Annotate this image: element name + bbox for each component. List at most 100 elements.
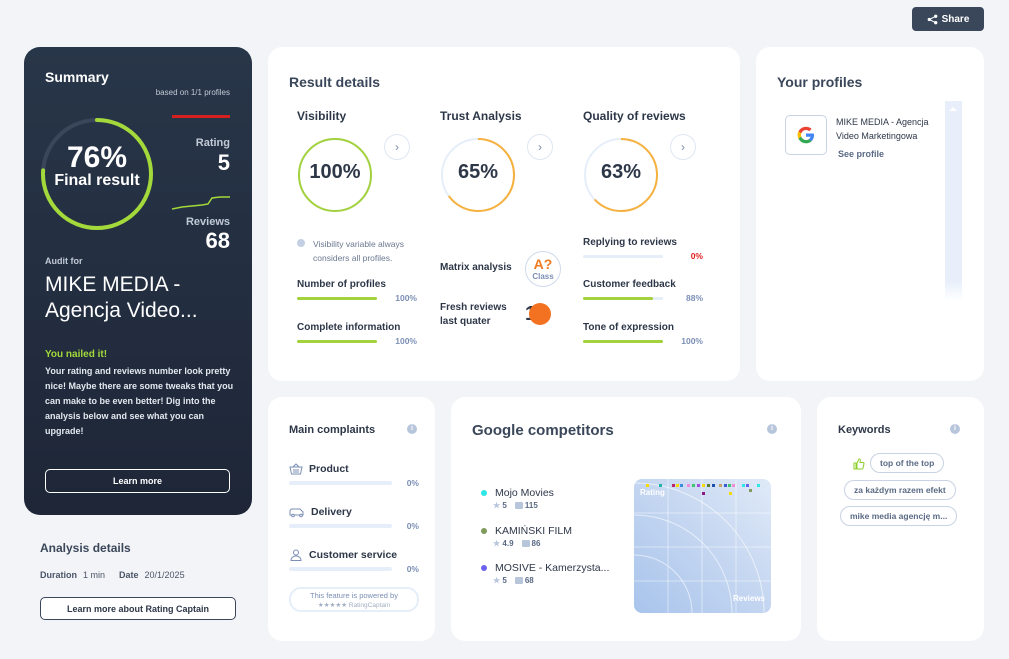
comment-icon [514, 577, 523, 585]
google-competitors-card: Google competitors i Mojo Movies ★ 5 115 … [451, 397, 801, 641]
fresh-reviews-label: Fresh reviews last quater [440, 302, 507, 327]
metric-tone-of-expression: Tone of expression 100% [583, 322, 703, 346]
metric-bar [297, 340, 377, 343]
chevron-right-icon: › [681, 140, 685, 154]
your-profiles-title: Your profiles [777, 74, 863, 90]
powered-by-badge: This feature is powered by ★★★★★ RatingC… [289, 587, 419, 612]
powered-by-text: This feature is powered by [310, 591, 398, 600]
share-label: Share [941, 13, 970, 25]
reviews-value: 68 [205, 228, 230, 253]
comment-icon [521, 540, 530, 548]
competitor-reviews: 68 [524, 576, 534, 585]
metric-value: 100% [395, 336, 417, 346]
complaint-value: 0% [406, 478, 419, 488]
complaint-value: 0% [406, 564, 419, 574]
metric-name: Replying to reviews [583, 237, 677, 248]
visibility-note-text: Visibility variable always considers all… [313, 239, 405, 263]
competitor-item[interactable]: Mojo Movies ★ 5 115 [481, 487, 631, 510]
complaint-name: Customer service [309, 549, 398, 561]
competitor-color-dot [481, 528, 487, 534]
about-rating-captain-button[interactable]: Learn more about Rating Captain [40, 597, 236, 620]
complaint-bar [289, 567, 392, 571]
competitor-rating: 5 [502, 576, 507, 585]
competitor-rating: 4.9 [502, 539, 514, 548]
metric-bar [583, 297, 663, 300]
metric-name: Tone of expression [583, 322, 674, 333]
quality-pct: 63% [600, 161, 642, 183]
visibility-column: Visibility 100% › [297, 109, 427, 212]
keywords-title: Keywords [838, 424, 891, 436]
complaint-value: 0% [406, 521, 419, 531]
metric-number-of-profiles: Number of profiles 100% [297, 279, 417, 303]
basket-icon [289, 463, 303, 475]
info-icon[interactable]: i [950, 424, 960, 434]
scatter-grid [634, 479, 771, 613]
metric-name: Complete information [297, 322, 401, 333]
summary-title: Summary [45, 69, 109, 85]
metric-bar-fill [583, 297, 654, 300]
duration-value: 1 min [83, 570, 106, 580]
metric-name: Number of profiles [297, 279, 386, 290]
see-profile-link[interactable]: See profile [838, 149, 884, 159]
star-icon: ★ [493, 576, 501, 585]
quality-title: Quality of reviews [583, 109, 686, 123]
competitor-name: Mojo Movies [495, 487, 554, 499]
visibility-title: Visibility [297, 109, 347, 123]
reviews-sparkline [172, 196, 230, 210]
metric-value: 100% [395, 293, 417, 303]
final-result-pct: 76% [66, 141, 128, 174]
analysis-meta: Duration 1 min Date 20/1/2025 [40, 570, 185, 580]
visibility-expand-button[interactable]: › [384, 134, 410, 160]
learn-more-button[interactable]: Learn more [45, 469, 230, 493]
visibility-note: Visibility variable always considers all… [297, 237, 427, 265]
complaint-delivery: Delivery 0% [289, 506, 419, 531]
powered-by-brand: ★★★★★ RatingCaptain [317, 602, 391, 609]
chart-x-label: Reviews [732, 594, 765, 603]
competitor-color-dot [481, 565, 487, 571]
comment-icon [514, 502, 523, 510]
complaint-bar [289, 524, 392, 528]
chevron-right-icon: › [395, 140, 399, 154]
summary-card: Summary based on 1/1 profiles 76% Final … [24, 47, 252, 515]
metric-value: 100% [681, 336, 703, 346]
scroll-up-icon[interactable] [949, 107, 957, 111]
competitor-name: KAMIŃSKI FILM [495, 525, 573, 537]
share-button[interactable]: Share [912, 7, 984, 31]
status-title: You nailed it! [45, 349, 108, 360]
chart-y-label: Rating [640, 488, 665, 497]
matrix-analysis-label: Matrix analysis [440, 262, 512, 273]
metric-replying-to-reviews: Replying to reviews 0% [583, 237, 703, 261]
competitor-reviews: 86 [531, 539, 541, 548]
competitor-item[interactable]: MOSIVE - Kamerzysta... ★ 5 68 [481, 562, 631, 585]
complaint-customer-service: Customer service 0% [289, 549, 419, 574]
your-profiles-card: Your profiles MIKE MEDIA - Agencja Video… [756, 47, 984, 381]
complaint-product: Product 0% [289, 463, 419, 488]
trust-expand-button[interactable]: › [527, 134, 553, 160]
profile-name: MIKE MEDIA - Agencja Video Marketingowa [836, 117, 929, 141]
competitor-reviews: 115 [524, 501, 538, 510]
duration-label: Duration [40, 570, 77, 580]
metric-customer-feedback: Customer feedback 88% [583, 279, 703, 303]
metric-name: Customer feedback [583, 279, 676, 290]
trust-column: Trust Analysis 65% › [440, 109, 570, 212]
info-icon[interactable]: i [767, 424, 777, 434]
trust-title: Trust Analysis [440, 109, 522, 123]
info-icon[interactable]: i [407, 424, 417, 434]
complaint-name: Product [309, 463, 349, 475]
rating-value: 5 [217, 150, 230, 175]
keyword-chip[interactable]: top of the top [870, 453, 945, 473]
competitors-scatter-chart: Rating Reviews [634, 479, 771, 613]
business-name: MIKE MEDIA - Agencja Video... [45, 273, 198, 322]
status-text: Your rating and reviews number look pret… [45, 366, 234, 436]
matrix-class-label: Class [532, 272, 554, 281]
audit-for-label: Audit for [45, 256, 83, 266]
quality-expand-button[interactable]: › [670, 134, 696, 160]
info-icon [297, 239, 305, 247]
fresh-reviews-indicator [529, 303, 551, 325]
profiles-scrollbar[interactable] [945, 101, 962, 301]
metric-bar-fill [297, 297, 377, 300]
keyword-chip[interactable]: mike media agencję m... [840, 506, 958, 526]
competitor-item[interactable]: KAMIŃSKI FILM ★ 4.9 86 [481, 525, 631, 548]
competitor-color-dot [481, 490, 487, 496]
keyword-chip[interactable]: za każdym razem efekt [844, 480, 956, 500]
